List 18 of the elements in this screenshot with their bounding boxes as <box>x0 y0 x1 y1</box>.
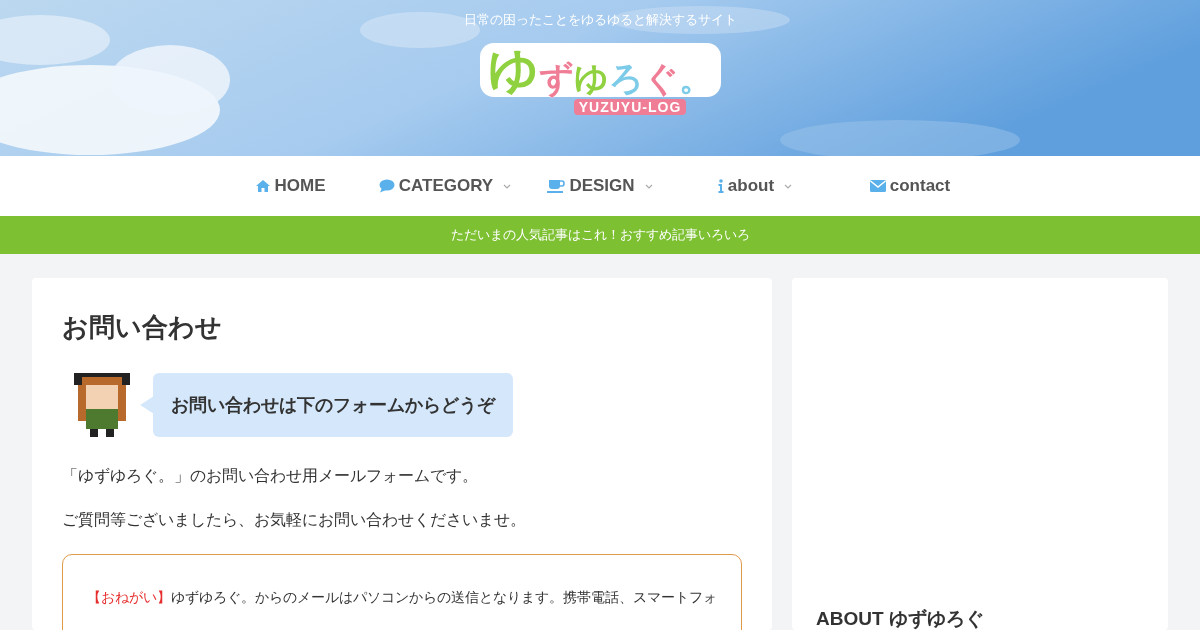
speech-text: お問い合わせは下のフォームからどうぞ <box>171 394 495 415</box>
nav-menu-item[interactable]: CATEGORY <box>378 176 494 196</box>
nav-menu-item[interactable]: DESIGN <box>547 176 635 196</box>
nav-menu-item[interactable]: contact <box>869 176 951 196</box>
nav-menu-item[interactable]: about <box>717 176 775 196</box>
body-text: ご質問等ございましたら、お気軽にお問い合わせくださいませ。 <box>62 508 527 531</box>
cup-icon <box>547 179 566 193</box>
notice-text: 【おねがい】ゆずゆろぐ。からのメールはパソコンからの送信となります。携帯電話、スマートフォ <box>87 589 717 608</box>
page-title: お問い合わせ <box>62 311 223 344</box>
info-icon <box>717 179 724 193</box>
mail-icon <box>869 180 886 192</box>
speech-bubble-icon <box>378 179 395 193</box>
sidebar-heading: ABOUT ゆずゆろぐ <box>816 608 984 630</box>
home-icon <box>254 179 271 193</box>
body-text: 「ゆずゆろぐ。」のお問い合わせ用メールフォームです。 <box>62 465 479 487</box>
avatar-figure-icon <box>74 373 130 437</box>
site-tagline: 日常の困ったことをゆるゆると解決するサイト <box>463 11 737 29</box>
nav-menu-item[interactable]: HOME <box>254 176 326 196</box>
